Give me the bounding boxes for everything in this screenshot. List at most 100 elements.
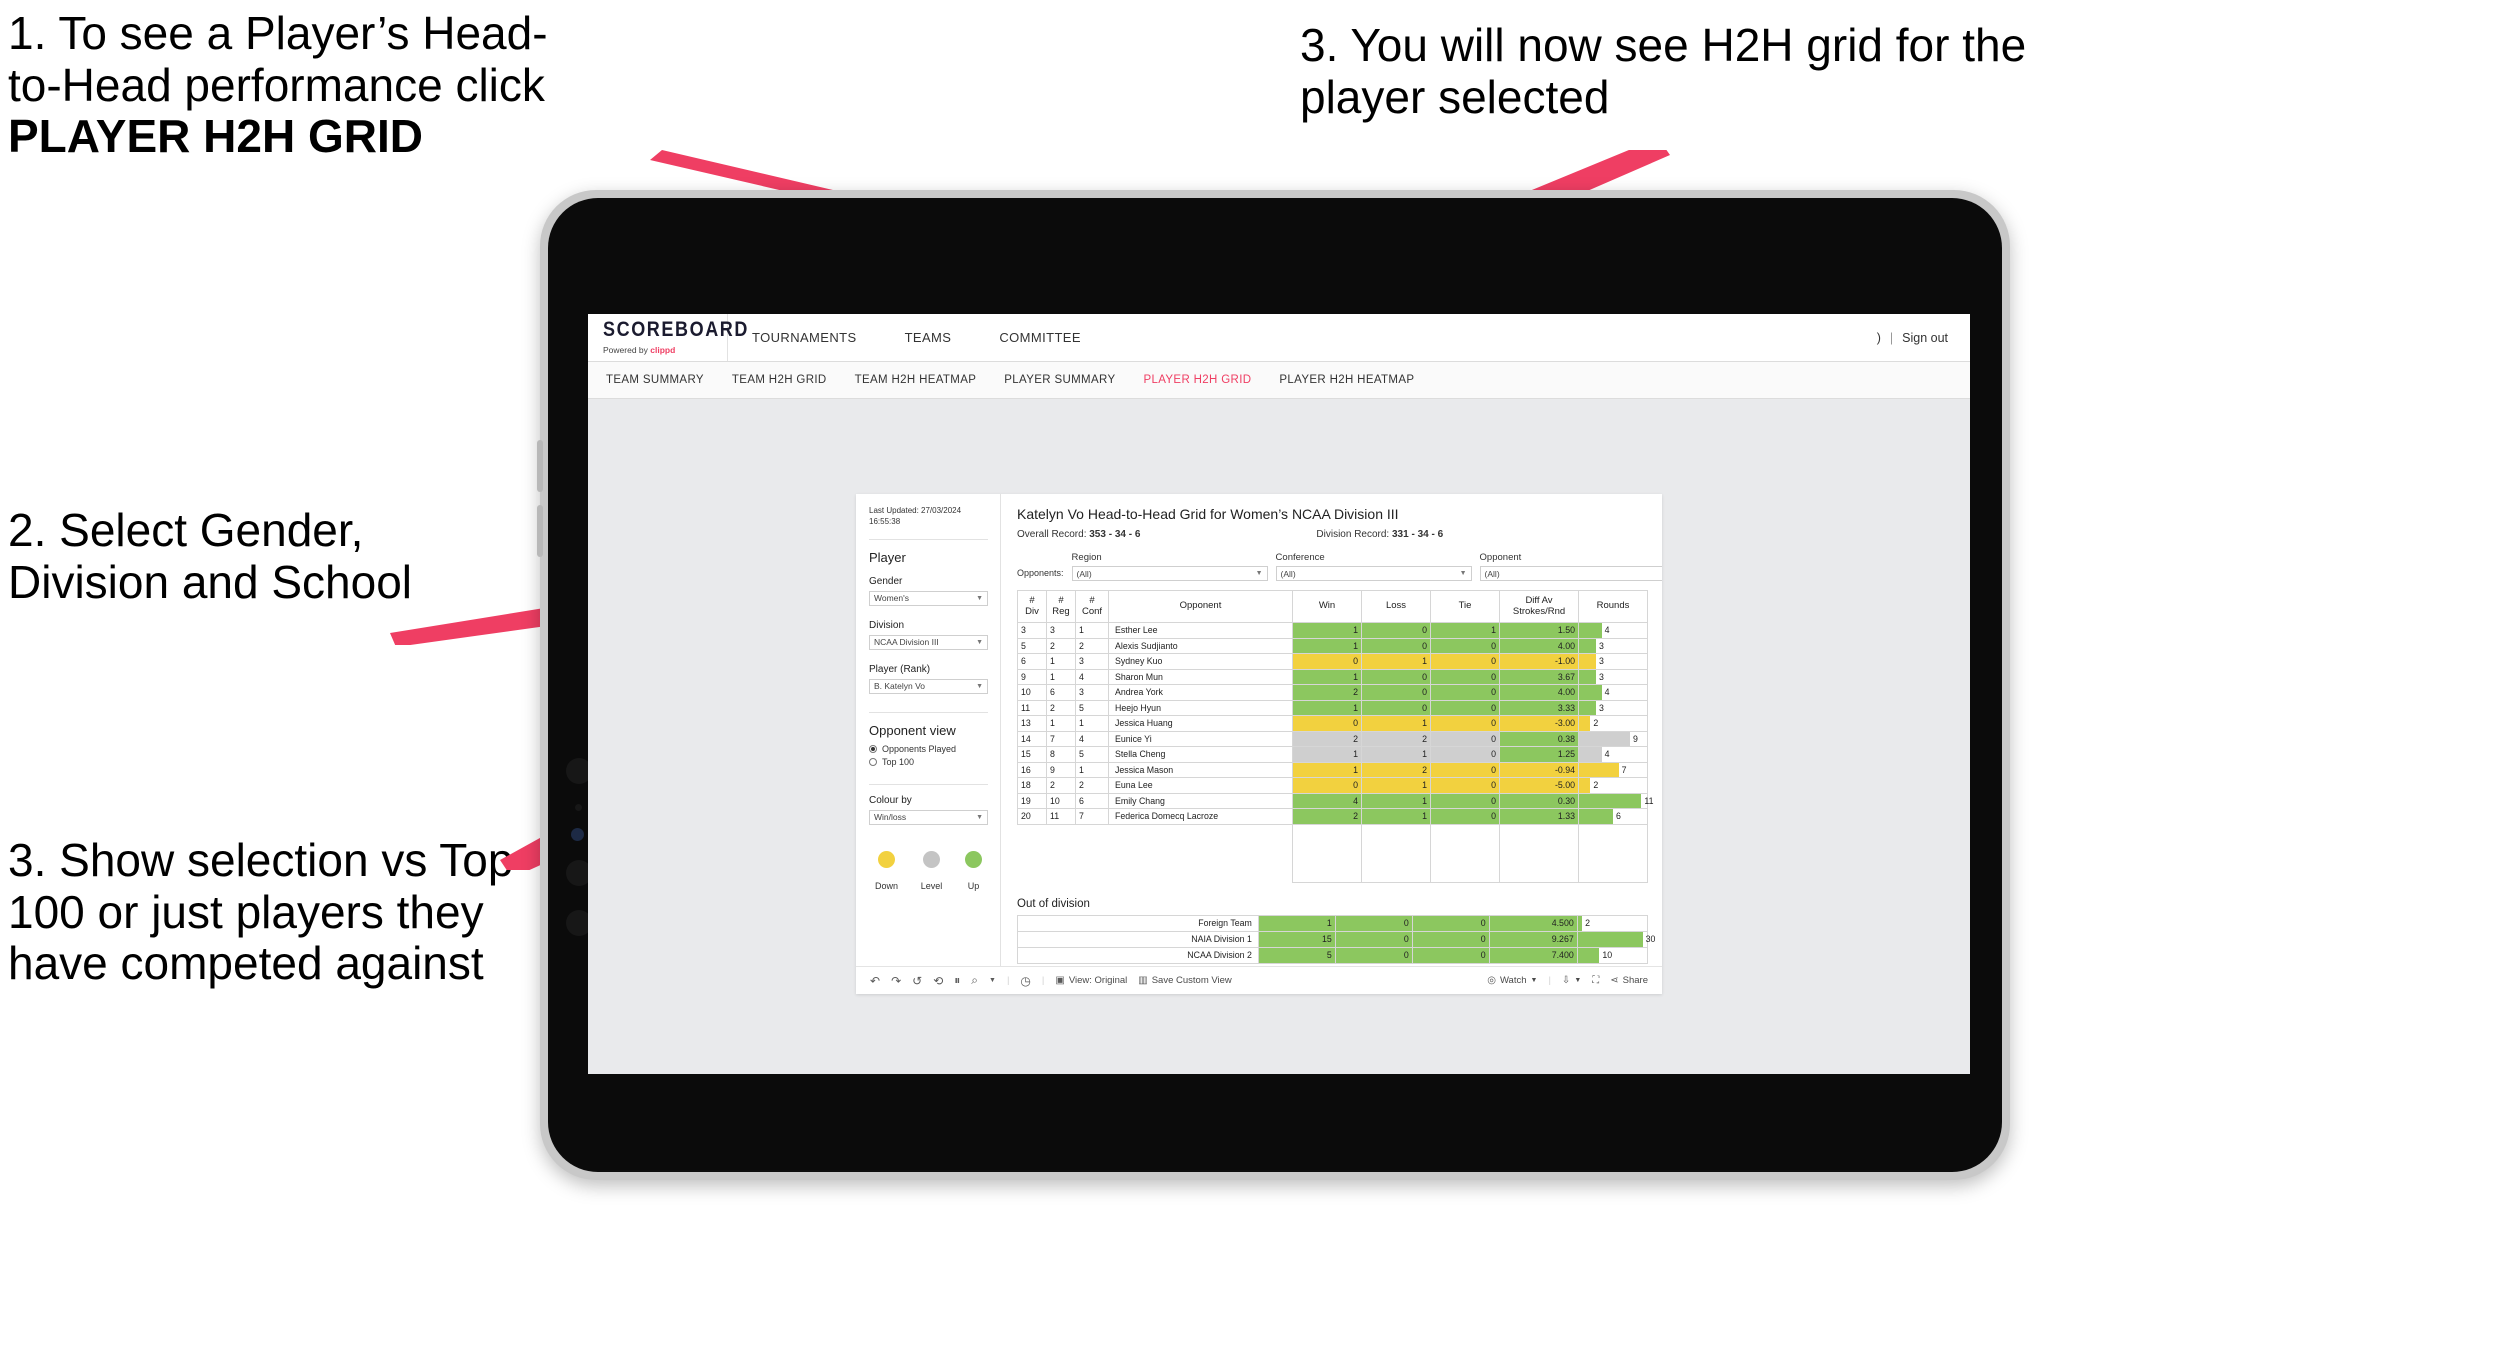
cell-win: 1 [1292,761,1362,778]
column-header-tie[interactable]: Tie [1430,590,1500,623]
watch-button[interactable]: ◎ Watch ▼ [1487,975,1537,986]
share-button[interactable]: ⋖ Share [1610,975,1648,986]
column-header-diff[interactable]: Diff Av Strokes/Rnd [1499,590,1579,623]
table-row[interactable]: 9 1 4 Sharon Mun 1 0 0 3.67 3 [1017,668,1648,685]
revert-icon[interactable]: ↺ [912,974,922,988]
division-select[interactable]: NCAA Division III ▼ [869,634,988,650]
topnav-item-tournaments[interactable]: TOURNAMENTS [728,314,881,361]
history-icon[interactable]: ◷ [1020,974,1030,988]
topnav-item-teams[interactable]: TEAMS [881,314,976,361]
redo-icon[interactable]: ↷ [891,974,901,988]
opponent-filters: Opponents: Region (All) ▼ Conference (Al… [1017,552,1662,581]
cell-div: 5 [1017,637,1047,654]
column-header-opp[interactable]: Opponent [1108,590,1293,623]
view-original-button[interactable]: ▣ View: Original [1055,975,1127,986]
cell-tie: 0 [1430,808,1500,825]
cell-loss: 0 [1361,637,1431,654]
gender-select[interactable]: Women's ▼ [869,590,988,606]
filter-region-select[interactable]: (All) ▼ [1071,566,1268,581]
subnav-item-player-summary[interactable]: PLAYER SUMMARY [1004,374,1115,386]
radio-opponents-played[interactable]: Opponents Played [869,744,988,754]
column-header-win[interactable]: Win [1292,590,1362,623]
cell-win: 2 [1292,684,1362,701]
column-header-rnd[interactable]: Rounds [1578,590,1648,623]
cell-div: 9 [1017,668,1047,685]
table-row[interactable]: NCAA Division 2 5 0 0 7.400 10 [1017,946,1649,964]
cell-loss: 2 [1361,730,1431,747]
table-row[interactable]: 13 1 1 Jessica Huang 0 1 0 -3.00 2 [1017,715,1648,732]
tableau-viz-container: Last Updated: 27/03/2024 16:55:38 Player… [856,494,1662,994]
table-row[interactable]: 10 6 3 Andrea York 2 0 0 4.00 4 [1017,684,1648,701]
table-row[interactable]: 5 2 2 Alexis Sudjianto 1 0 0 4.00 3 [1017,637,1648,654]
cell-tie: 0 [1430,699,1500,716]
cell-rounds: 30 [1576,930,1655,948]
cell-rounds: 4 [1578,746,1648,763]
watch-label: Watch [1499,975,1527,986]
cell-div: 16 [1017,761,1047,778]
table-row[interactable]: 3 3 1 Esther Lee 1 0 1 1.50 4 [1017,622,1648,639]
subnav-item-player-h2h-grid[interactable]: PLAYER H2H GRID [1143,374,1251,386]
column-header-loss[interactable]: Loss [1361,590,1431,623]
filter-conference-select[interactable]: (All) ▼ [1275,566,1472,581]
table-row[interactable]: 19 10 6 Emily Chang 4 1 0 0.30 11 [1017,792,1653,809]
chevron-down-icon[interactable]: ▼ [989,977,996,984]
cell-rounds: 10 [1576,946,1649,964]
rounds-value: 2 [1593,718,1599,729]
legend-label: Up [967,880,980,891]
cell-reg: 8 [1046,746,1076,763]
table-row[interactable]: 16 9 1 Jessica Mason 1 2 0 -0.94 7 [1017,761,1648,778]
subnav-item-team-h2h-grid[interactable]: TEAM H2H GRID [732,374,827,386]
pause-updates-icon[interactable]: ⏸ [954,973,960,988]
refresh-icon[interactable]: ⟲ [933,974,943,988]
column-header-div[interactable]: # Div [1017,590,1047,623]
sign-out-link[interactable]: Sign out [1902,331,1948,345]
save-custom-view-button[interactable]: ▥ Save Custom View [1138,975,1232,986]
fullscreen-icon[interactable]: ⛶ [1592,975,1599,986]
cell-tie: 0 [1411,914,1490,932]
cell-loss: 1 [1361,715,1431,732]
cell-loss: 0 [1334,914,1413,932]
cell-win: 1 [1292,637,1362,654]
colour-by-select[interactable]: Win/loss ▼ [869,809,988,825]
table-row[interactable]: 11 2 5 Heejo Hyun 1 0 0 3.33 3 [1017,699,1648,716]
brand-clippd-text: clippd [650,345,676,355]
table-row[interactable]: 20 11 7 Federica Domecq Lacroze 2 1 0 1.33 6 [1017,808,1648,825]
cell-tie: 0 [1411,946,1490,964]
subnav-item-player-h2h-heatmap[interactable]: PLAYER H2H HEATMAP [1279,374,1414,386]
tablet-camera [571,828,584,841]
table-row[interactable]: NAIA Division 1 15 0 0 9.267 30 [1017,930,1655,948]
filter-conference-title: Conference [1275,552,1325,563]
table-row[interactable]: 6 1 3 Sydney Kuo 0 1 0 -1.00 3 [1017,653,1648,670]
player-rank-select[interactable]: B. Katelyn Vo ▼ [869,678,988,694]
undo-icon[interactable]: ↶ [870,974,880,988]
table-row[interactable]: Foreign Team 1 0 0 4.500 2 [1017,914,1649,932]
table-row[interactable]: 14 7 4 Eunice Yi 2 2 0 0.38 9 [1017,730,1648,747]
table-row[interactable]: 15 8 5 Stella Cheng 1 1 0 1.25 4 [1017,746,1648,763]
viz-body: Last Updated: 27/03/2024 16:55:38 Player… [856,494,1662,966]
sidebar-divider-3 [869,783,988,785]
topnav-item-committee[interactable]: COMMITTEE [975,314,1105,361]
tablet-volume-button-up[interactable] [537,440,543,492]
subnav-item-team-h2h-heatmap[interactable]: TEAM H2H HEATMAP [855,374,977,386]
sidebar-divider-2 [869,711,988,713]
filter-opponent-select[interactable]: (All) ▼ [1479,566,1662,581]
subnav-item-team-summary[interactable]: TEAM SUMMARY [606,374,704,386]
legend-item-down[interactable]: Down [875,850,898,891]
cell-conf: 4 [1075,668,1109,685]
colour-by-label: Colour by [869,794,912,806]
radio-top-100[interactable]: Top 100 [869,757,988,767]
column-header-reg[interactable]: # Reg [1046,590,1076,623]
scoreboard-logo[interactable]: SCOREBOARD Powered by clippd [588,314,747,361]
zoom-icon[interactable]: ⌕ [971,973,978,988]
cell-opponent: Jessica Huang [1108,715,1293,732]
tablet-volume-button-down[interactable] [537,505,543,557]
cell-rounds: 6 [1578,808,1648,825]
legend-item-up[interactable]: Up [965,850,982,891]
column-header-conf[interactable]: # Conf [1075,590,1109,623]
table-row[interactable]: 18 2 2 Euna Lee 0 1 0 -5.00 2 [1017,777,1648,794]
legend-item-level[interactable]: Level [921,850,942,891]
download-button[interactable]: ⇩ ▼ [1562,975,1581,986]
cell-tie: 0 [1430,761,1500,778]
cell-reg: 3 [1046,622,1076,639]
rounds-value: 4 [1604,749,1610,760]
